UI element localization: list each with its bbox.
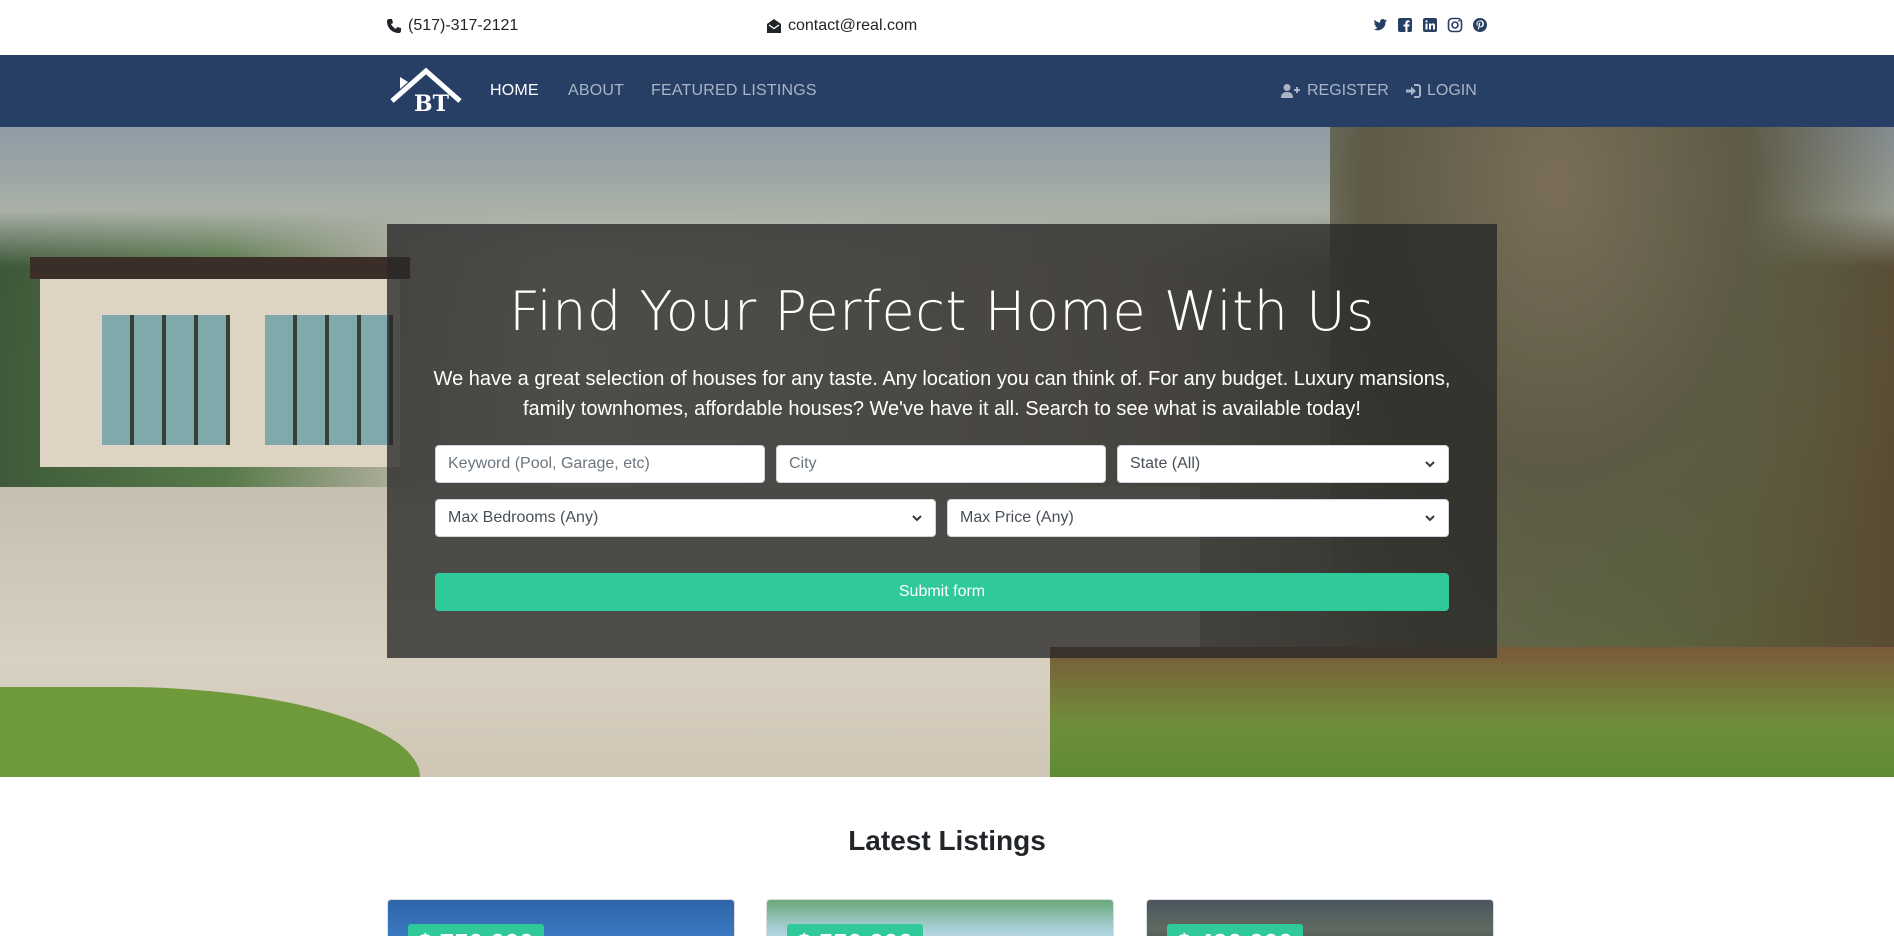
max-bedrooms-select[interactable]: Max Bedrooms (Any) <box>435 499 936 537</box>
chevron-down-icon <box>1425 515 1435 522</box>
facebook-icon[interactable] <box>1397 17 1413 33</box>
email-contact: contact@real.com <box>766 17 917 35</box>
envelope-open-icon <box>767 19 781 33</box>
phone-number: (517)-317-2121 <box>408 17 519 34</box>
nav-home[interactable]: HOME <box>490 82 539 100</box>
hero-title: Find Your Perfect Home With Us <box>509 280 1375 343</box>
social-links <box>1372 17 1488 33</box>
nav-featured-listings[interactable]: FEATURED LISTINGS <box>651 82 817 100</box>
register-label: REGISTER <box>1307 82 1389 99</box>
submit-button[interactable]: Submit form <box>435 573 1449 611</box>
brand-logo[interactable]: BT <box>388 65 464 117</box>
city-field[interactable] <box>776 445 1106 483</box>
svg-text:BT: BT <box>414 91 450 115</box>
max-bedrooms-value: Max Bedrooms (Any) <box>448 509 599 526</box>
twitter-icon[interactable] <box>1372 17 1388 33</box>
hero-background-garden <box>1050 647 1894 777</box>
listing-price: $ 550,000 <box>787 924 923 936</box>
pinterest-icon[interactable] <box>1472 17 1488 33</box>
listing-price: $ 490,000 <box>1167 924 1303 936</box>
sign-in-icon <box>1406 84 1421 98</box>
keyword-field[interactable] <box>435 445 765 483</box>
main-navbar: BT HOME ABOUT FEATURED LISTINGS REGISTER… <box>0 55 1894 127</box>
hero-subtitle: We have a great selection of houses for … <box>433 368 1451 420</box>
chevron-down-icon <box>1425 461 1435 468</box>
hero-section: Find Your Perfect Home With Us We have a… <box>0 127 1894 777</box>
listing-card[interactable]: $ 490,000 <box>1146 899 1494 936</box>
state-select[interactable]: State (All) <box>1117 445 1449 483</box>
register-link[interactable]: REGISTER <box>1281 82 1389 100</box>
phone-contact: (517)-317-2121 <box>386 17 518 35</box>
max-price-select[interactable]: Max Price (Any) <box>947 499 1449 537</box>
city-input[interactable] <box>789 455 1093 473</box>
listing-card[interactable]: $ 550,000 <box>766 899 1114 936</box>
state-select-value: State (All) <box>1130 455 1201 472</box>
phone-icon <box>387 19 401 33</box>
login-link[interactable]: LOGIN <box>1405 82 1477 100</box>
latest-listings-title: Latest Listings <box>848 825 1046 856</box>
email-address: contact@real.com <box>788 17 918 34</box>
hero-background-garage <box>30 257 410 467</box>
search-panel: Find Your Perfect Home With Us We have a… <box>387 224 1497 658</box>
listing-card[interactable]: $ 750,000 <box>387 899 735 936</box>
keyword-input[interactable] <box>448 455 752 473</box>
login-label: LOGIN <box>1427 82 1477 99</box>
listing-price: $ 750,000 <box>408 924 544 936</box>
linkedin-icon[interactable] <box>1422 17 1438 33</box>
chevron-down-icon <box>912 515 922 522</box>
max-price-value: Max Price (Any) <box>960 509 1074 526</box>
top-contact-bar: (517)-317-2121 contact@real.com <box>0 0 1894 55</box>
user-plus-icon <box>1281 84 1300 98</box>
nav-about[interactable]: ABOUT <box>568 82 624 100</box>
instagram-icon[interactable] <box>1447 17 1463 33</box>
